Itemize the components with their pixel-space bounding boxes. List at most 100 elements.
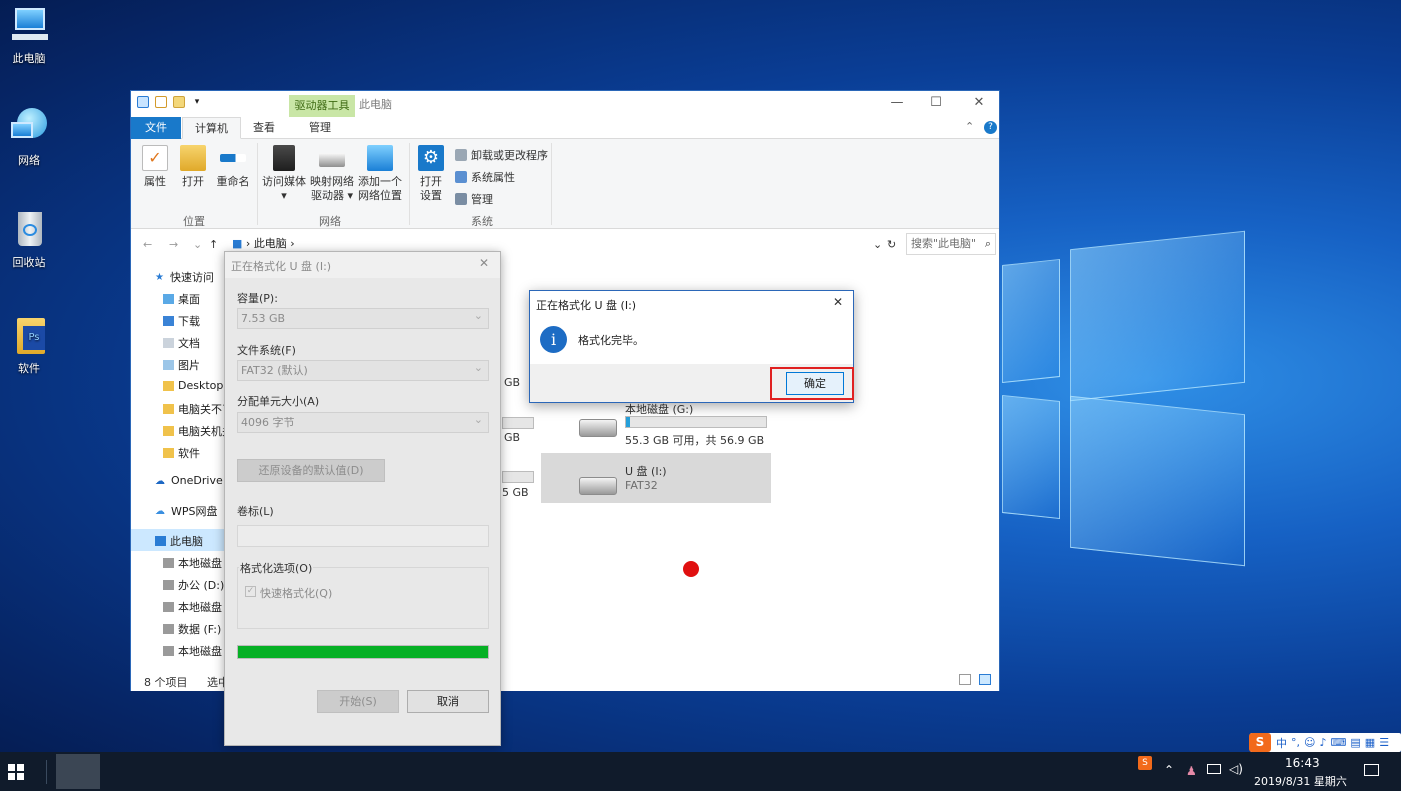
wallpaper-beam xyxy=(1002,258,1060,384)
nav-item-desktop-folder[interactable]: Desktop xyxy=(163,379,223,392)
punctuation-icon[interactable]: °, xyxy=(1291,736,1300,749)
drive-item-g[interactable]: 本地磁盘 (G:) 55.3 GB 可用，共 56.9 GB xyxy=(577,399,777,451)
close-icon[interactable]: ✕ xyxy=(833,295,843,309)
taskbar-app-explorer[interactable] xyxy=(56,754,100,789)
desktop-icon-this-pc[interactable]: 此电脑 xyxy=(0,6,58,66)
group-location-label: 位置 xyxy=(183,215,205,228)
properties-small-icon[interactable] xyxy=(155,96,167,108)
add-network-location-button[interactable]: 添加一个 网络位置 xyxy=(357,145,403,203)
desktop-icon-network[interactable]: 网络 xyxy=(0,108,58,168)
close-button[interactable]: ✕ xyxy=(957,91,1001,117)
nav-label: 软件 xyxy=(178,447,200,460)
rename-button[interactable]: 重命名 xyxy=(213,145,253,189)
nav-item-pictures[interactable]: 图片 xyxy=(163,357,200,373)
tray-app-icon[interactable]: ♟ xyxy=(1186,764,1197,778)
open-settings-label-2: 设置 xyxy=(420,189,442,202)
open-label: 打开 xyxy=(182,175,204,188)
forward-arrow-icon[interactable]: → xyxy=(169,238,178,251)
nav-item-folder[interactable]: 电脑关不了 xyxy=(163,401,233,417)
tab-file[interactable]: 文件 xyxy=(131,117,181,139)
open-button[interactable]: 打开 xyxy=(177,145,209,189)
clock-time[interactable]: 16:43 xyxy=(1285,756,1320,770)
tab-computer[interactable]: 计算机 xyxy=(182,117,241,139)
format-options-label: 格式化选项(O) xyxy=(239,560,314,576)
manage-label: 管理 xyxy=(471,193,493,206)
recycle-bin-icon xyxy=(9,210,49,250)
emoji-icon[interactable]: ☺ xyxy=(1304,736,1315,749)
nav-item-downloads[interactable]: 下载 xyxy=(163,313,200,329)
ok-button[interactable]: 确定 xyxy=(786,372,844,395)
capacity-select[interactable]: 7.53 GB xyxy=(237,306,489,329)
details-view-icon[interactable] xyxy=(959,674,971,685)
tab-view[interactable]: 查看 xyxy=(241,117,287,139)
volume-icon[interactable]: ◁) xyxy=(1229,762,1243,776)
ime-toolbar: 中 °, ☺ ♪ ⌨ ▤ ▦ ☰ xyxy=(1250,733,1401,752)
filesystem-select[interactable]: FAT32 (默认) xyxy=(237,358,489,381)
ime-language[interactable]: 中 xyxy=(1276,735,1287,751)
nav-item-wps-cloud[interactable]: ☁ WPS网盘 xyxy=(155,503,218,519)
nav-item-drive[interactable]: 数据 (F:) xyxy=(163,621,221,637)
nav-item-onedrive[interactable]: ☁ OneDrive xyxy=(155,474,223,487)
skin-icon[interactable]: ▤ xyxy=(1350,736,1360,749)
desktop-icon-recycle-bin[interactable]: 回收站 xyxy=(0,210,58,270)
restore-defaults-button[interactable]: 还原设备的默认值(D) xyxy=(237,459,385,482)
allocation-size-select[interactable]: 4096 字节 xyxy=(237,410,489,433)
back-arrow-icon[interactable]: ← xyxy=(143,238,152,251)
map-drive-button[interactable]: 映射网络 驱动器 ▾ xyxy=(309,145,355,203)
cancel-button[interactable]: 取消 xyxy=(407,690,489,713)
search-input[interactable]: 搜索"此电脑" ⌕ xyxy=(906,233,996,255)
show-hidden-icons-icon[interactable]: ⌃ xyxy=(1164,763,1174,777)
network-tray-icon[interactable] xyxy=(1207,764,1221,774)
nav-item-drive[interactable]: 办公 (D:) xyxy=(163,577,224,593)
collapse-ribbon-icon[interactable]: ⌃ xyxy=(965,120,974,133)
large-icons-view-icon[interactable] xyxy=(979,674,991,685)
maximize-button[interactable]: ☐ xyxy=(914,91,958,117)
system-properties-button[interactable]: 系统属性 xyxy=(455,169,515,185)
nav-item-drive[interactable]: 本地磁盘 xyxy=(163,599,222,615)
help-icon[interactable]: ? xyxy=(984,121,997,134)
notification-center-icon[interactable] xyxy=(1364,764,1379,776)
menu-icon[interactable]: ☰ xyxy=(1379,736,1389,749)
group-network-label: 网络 xyxy=(319,215,341,228)
open-settings-button[interactable]: ⚙ 打开 设置 xyxy=(415,145,447,203)
drive-item-usb-i[interactable]: U 盘 (I:) FAT32 xyxy=(541,453,771,503)
sogou-tray-icon[interactable]: S xyxy=(1138,756,1152,770)
nav-item-drive[interactable]: 本地磁盘 xyxy=(163,643,222,659)
qat-dropdown-icon[interactable]: ▾ xyxy=(191,96,203,108)
ribbon-separator xyxy=(409,143,410,225)
desktop-icon-software[interactable]: Ps 软件 xyxy=(0,316,58,376)
nav-item-software[interactable]: 软件 xyxy=(163,445,200,461)
nav-item-folder[interactable]: 电脑关机关 xyxy=(163,423,233,439)
minimize-button[interactable]: — xyxy=(875,91,919,117)
tab-manage[interactable]: 管理 xyxy=(297,117,343,139)
group-system-label: 系统 xyxy=(471,215,493,228)
manage-button[interactable]: 管理 xyxy=(455,191,493,207)
breadcrumb[interactable]: 此电脑 xyxy=(254,237,287,250)
new-folder-small-icon[interactable] xyxy=(173,96,185,108)
address-dropdown-icon[interactable]: ⌄ xyxy=(873,238,882,251)
nav-label: 数据 (F:) xyxy=(178,623,222,636)
up-arrow-icon[interactable]: ↑ xyxy=(209,238,218,251)
nav-item-drive[interactable]: 本地磁盘 xyxy=(163,555,222,571)
recent-dropdown-icon[interactable]: ⌄ xyxy=(193,238,202,251)
properties-button[interactable]: ✓ 属性 xyxy=(139,145,171,189)
nav-item-quick-access[interactable]: ★ 快速访问 xyxy=(155,269,214,285)
microphone-icon[interactable]: ♪ xyxy=(1319,736,1326,749)
start-button[interactable]: 开始(S) xyxy=(317,690,399,713)
nav-item-desktop[interactable]: 桌面 xyxy=(163,291,200,307)
info-icon: i xyxy=(540,326,567,353)
sogou-logo-icon[interactable]: S xyxy=(1249,733,1271,752)
taskbar-divider xyxy=(46,760,47,784)
uninstall-button[interactable]: 卸载或更改程序 xyxy=(455,147,548,163)
volume-label-input[interactable] xyxy=(237,525,489,547)
toolbox-icon[interactable]: ▦ xyxy=(1365,736,1375,749)
nav-item-documents[interactable]: 文档 xyxy=(163,335,200,351)
nav-item-this-pc[interactable]: 此电脑 xyxy=(155,533,203,549)
refresh-icon[interactable]: ↻ xyxy=(887,238,896,251)
clock-date[interactable]: 2019/8/31 星期六 xyxy=(1254,773,1347,789)
keyboard-icon[interactable]: ⌨ xyxy=(1331,736,1347,749)
close-icon[interactable]: ✕ xyxy=(479,256,489,270)
windows-start-icon[interactable] xyxy=(8,764,24,780)
quick-format-checkbox[interactable]: ✓ xyxy=(245,586,256,597)
access-media-button[interactable]: 访问媒体 ▾ xyxy=(261,145,307,203)
